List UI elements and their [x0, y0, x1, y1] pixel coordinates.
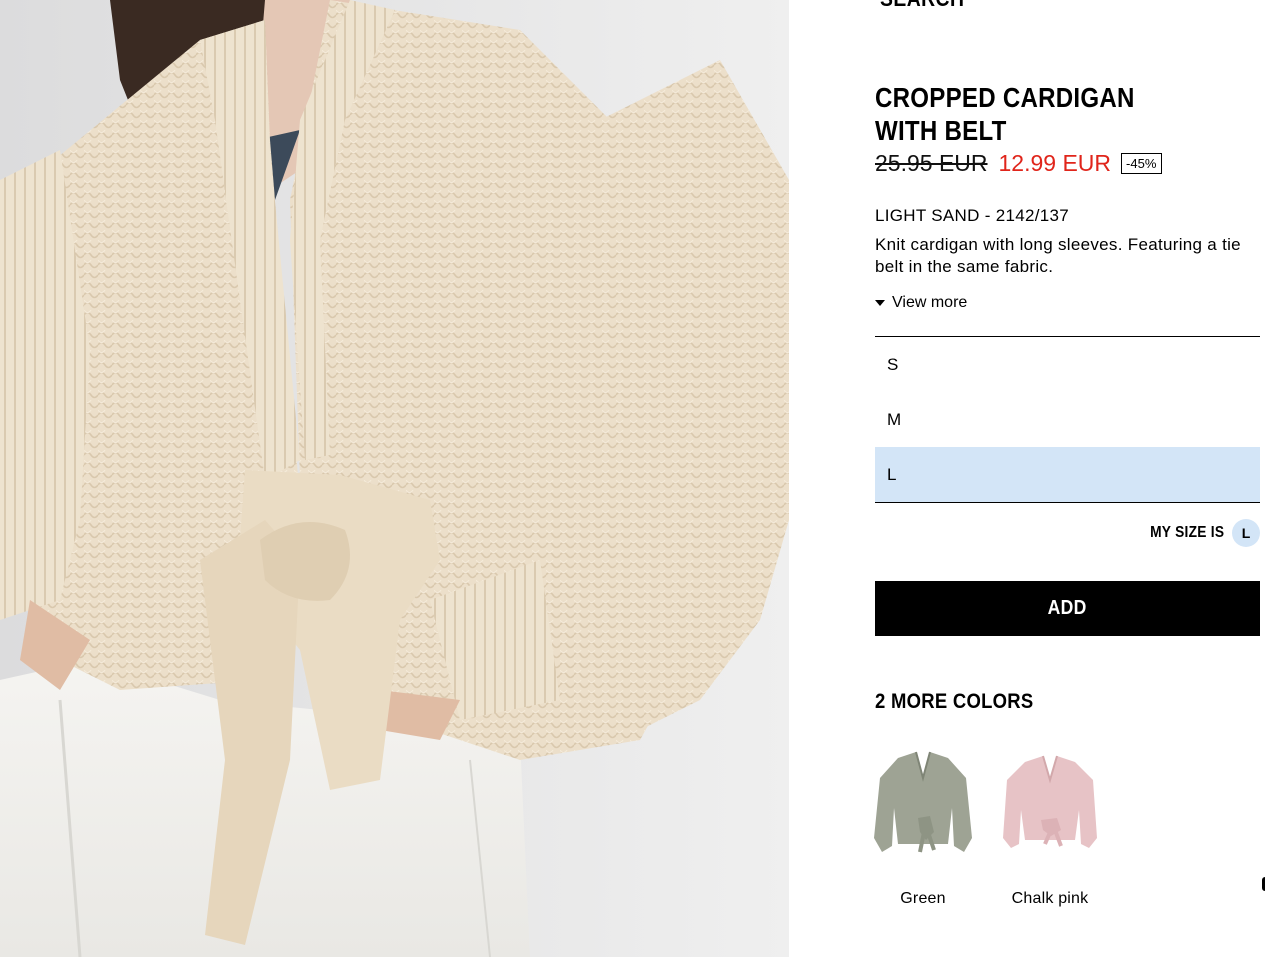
- my-size-label: MY SIZE IS: [1149, 524, 1224, 541]
- my-size-badge: L: [1232, 519, 1260, 547]
- product-title: CROPPED CARDIGAN WITH BELT: [875, 82, 1135, 146]
- discount-badge: -45%: [1121, 153, 1163, 174]
- size-option-s[interactable]: S: [875, 337, 1260, 392]
- product-description: Knit cardigan with long sleeves. Featuri…: [875, 235, 1241, 276]
- view-more-link[interactable]: View more: [875, 294, 967, 312]
- my-size-indicator[interactable]: MY SIZE IS L: [1138, 519, 1260, 547]
- price-row: 25.95 EUR 12.99 EUR -45%: [875, 150, 1163, 177]
- more-colors-title: 2 MORE COLORS: [875, 690, 1034, 713]
- add-to-cart-button[interactable]: ADD: [875, 581, 1260, 636]
- sale-price: 12.99 EUR: [998, 150, 1112, 176]
- size-selector: S M L: [875, 336, 1260, 503]
- size-option-m[interactable]: M: [875, 392, 1260, 447]
- product-image[interactable]: [0, 0, 789, 957]
- size-option-l[interactable]: L: [875, 447, 1260, 502]
- color-option-chalk-pink[interactable]: Chalk pink: [995, 748, 1105, 907]
- color-option-green[interactable]: Green: [868, 748, 978, 907]
- partial-heading[interactable]: SEARCH: [880, 0, 964, 12]
- add-button-label: ADD: [1048, 597, 1087, 619]
- color-reference: LIGHT SAND - 2142/137: [875, 206, 1070, 225]
- green-cardigan-thumbnail: [868, 748, 978, 866]
- color-label-green: Green: [900, 890, 946, 907]
- product-page: SEARCH CROPPED CARDIGAN WITH BELT 25.95 …: [0, 0, 1265, 957]
- color-label-chalk-pink: Chalk pink: [1011, 890, 1089, 907]
- caret-down-icon: [875, 300, 885, 306]
- original-price: 25.95 EUR: [875, 150, 988, 176]
- view-more-label: View more: [892, 294, 968, 311]
- pink-cardigan-thumbnail: [995, 748, 1105, 866]
